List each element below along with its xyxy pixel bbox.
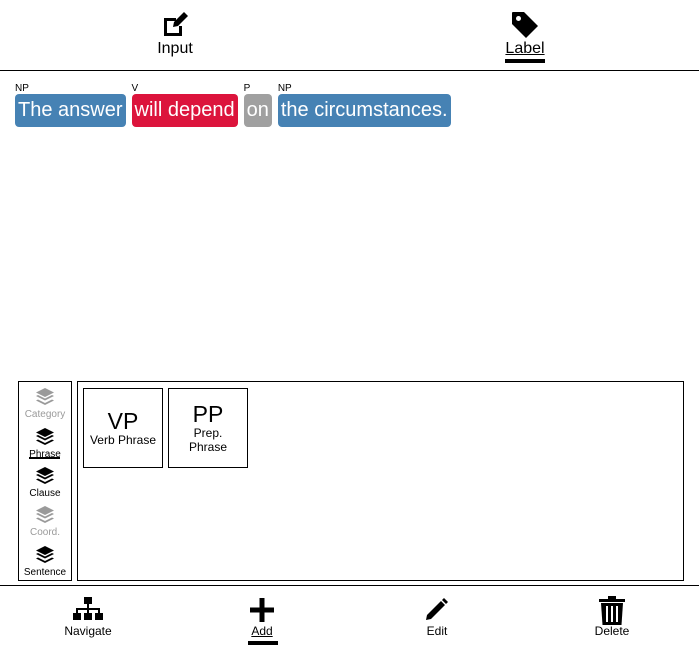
level-label: Clause	[29, 488, 61, 499]
phrase-abbr: PP	[192, 401, 224, 427]
tab-input-label: Input	[157, 40, 193, 57]
phrase-abbr: VP	[107, 408, 139, 434]
add-button[interactable]: Add	[212, 596, 312, 645]
edit-button[interactable]: Edit	[387, 596, 487, 638]
plus-icon	[212, 596, 312, 624]
level-coordination[interactable]: Coord.	[19, 505, 71, 539]
delete-label: Delete	[594, 624, 630, 638]
level-selected-indicator	[29, 457, 60, 459]
token-chip[interactable]: The answer	[15, 94, 126, 127]
level-label: Sentence	[23, 567, 67, 578]
trash-icon	[562, 596, 662, 625]
tab-label[interactable]: Label	[485, 10, 565, 63]
token[interactable]: NP The answer	[15, 84, 126, 127]
phrase-option-vp[interactable]: VP Verb Phrase	[83, 388, 163, 468]
level-phrase[interactable]: Phrase	[19, 427, 71, 461]
edit-label: Edit	[426, 624, 448, 638]
phrase-option-pp[interactable]: PP Prep. Phrase	[168, 388, 248, 468]
token-chip[interactable]: on	[243, 94, 272, 127]
labeled-sentence: NP The answer V will depend P on NP the …	[15, 84, 685, 127]
layers-icon	[19, 505, 71, 527]
token-tag: V	[131, 83, 139, 94]
add-label: Add	[251, 624, 273, 638]
phrase-name-line: Prep.	[193, 426, 223, 440]
level-sentence[interactable]: Sentence	[19, 545, 71, 579]
level-selector: Category Phrase Clause Coord. Sentence	[18, 381, 72, 581]
delete-button[interactable]: Delete	[562, 596, 662, 638]
tab-input[interactable]: Input	[135, 10, 215, 58]
token-tag: NP	[15, 83, 29, 94]
edit-icon	[135, 10, 215, 40]
level-label: Category	[24, 409, 66, 420]
layers-icon	[19, 387, 71, 409]
navigate-label: Navigate	[64, 624, 112, 638]
layers-icon	[19, 466, 71, 488]
level-clause[interactable]: Clause	[19, 466, 71, 500]
token[interactable]: P on	[243, 83, 272, 127]
token-chip[interactable]: the circumstances.	[277, 94, 451, 127]
token-tag: NP	[277, 83, 292, 94]
top-tab-bar: Input Label	[0, 0, 699, 71]
phrase-options-panel: VP Verb Phrase PP Prep. Phrase	[77, 381, 684, 581]
layers-icon	[19, 427, 71, 449]
sitemap-icon	[38, 596, 138, 624]
bottom-action-bar: Navigate Add Edit Delete	[0, 585, 699, 650]
phrase-name-line: Phrase	[188, 440, 228, 454]
tag-icon	[485, 10, 565, 40]
active-action-indicator	[248, 641, 278, 645]
active-tab-indicator	[505, 59, 545, 63]
token[interactable]: NP the circumstances.	[277, 83, 451, 127]
phrase-name: Verb Phrase	[89, 433, 157, 447]
level-label: Phrase	[29, 449, 61, 460]
level-category[interactable]: Category	[19, 387, 71, 421]
navigate-button[interactable]: Navigate	[38, 596, 138, 638]
tab-label-label: Label	[505, 40, 545, 57]
token-chip[interactable]: will depend	[131, 94, 238, 127]
level-label: Coord.	[29, 527, 60, 538]
pencil-icon	[387, 596, 487, 624]
token[interactable]: V will depend	[131, 83, 238, 127]
layers-icon	[19, 545, 71, 567]
token-tag: P	[243, 83, 251, 94]
